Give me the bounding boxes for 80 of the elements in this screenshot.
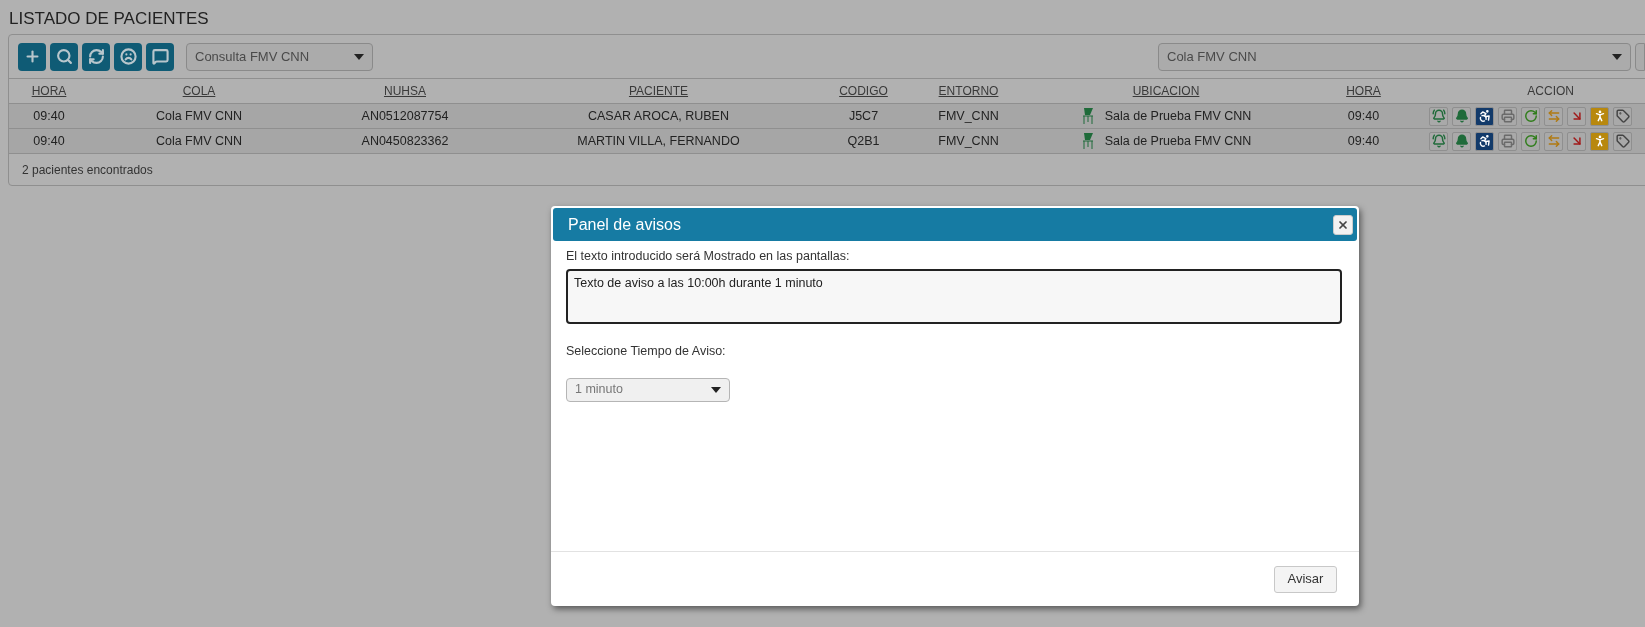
message-textarea[interactable]: Texto de aviso a las 10:00h durante 1 minuto [566,268,1342,324]
chair-icon [1080,107,1095,125]
search-button[interactable] [50,42,78,71]
table-cell-text: J5C7 [848,107,879,125]
printer-icon [1500,134,1515,148]
column-header-link[interactable]: COLA [182,82,216,100]
refresh-button[interactable] [82,42,110,71]
refresh-icon [1523,109,1538,123]
table-cell-text: 09:40 [1347,132,1380,150]
bell-outline-button[interactable] [1429,131,1448,151]
swap-arrows-icon [1546,109,1561,123]
cola-dropdown[interactable]: Cola FMV CNN [1158,42,1631,71]
sad-face-button[interactable] [114,42,142,71]
column-header-link[interactable]: PACIENTE [628,82,689,100]
table-cell-text: Cola FMV CNN [155,107,243,125]
arrow-button[interactable] [1567,131,1586,151]
column-header-link[interactable]: ENTORNO [938,82,999,100]
wheelchair-button[interactable] [1475,106,1494,126]
table-cell-text: AN0450823362 [361,132,449,150]
time-label: Seleccione Tiempo de Aviso: [566,342,726,360]
bell-icon [1454,109,1469,123]
page-title: LISTADO DE PACIENTES [9,8,209,30]
walking-person-button[interactable] [1590,131,1609,151]
wheelchair-button[interactable] [1475,131,1494,151]
tag-icon [1615,109,1630,123]
printer-icon [1500,109,1515,123]
table-cell-text: 09:40 [33,107,65,125]
tag-icon [1615,134,1630,148]
table-row[interactable]: 09:40 Cola FMV CNN AN0512087754 CASAR AROCA, RUBEN J5C7 FMV_CNN Sala de Prueba FMV CNN 09:40 [9,104,1645,129]
time-dropdown[interactable]: 1 minuto [566,377,730,402]
submit-button[interactable]: Avisar [1274,565,1337,593]
refresh-button[interactable] [1521,131,1540,151]
walking-person-button[interactable] [1590,106,1609,126]
consulta-dropdown[interactable]: Consulta FMV CNN [186,42,373,71]
refresh-icon [1523,134,1538,148]
bell-outline-button[interactable] [1429,106,1448,126]
tag-button[interactable] [1613,131,1632,151]
table-cell-text: 09:40 [1347,107,1380,125]
table-cell-text: Sala de Prueba FMV CNN [1104,107,1252,125]
table-row[interactable]: 09:40 Cola FMV CNN AN0450823362 MARTIN VILLA, FERNANDO Q2B1 FMV_CNN Sala de Prueba FMV CNN 09:40 [9,129,1645,154]
bell-outline-icon [1431,109,1446,123]
results-count: 2 pacientes encontrados [22,161,153,179]
message-label: El texto introducido será Mostrado en las pantallas: [566,248,850,265]
dialog-title: Panel de avisos [568,214,681,235]
sad-face-icon [119,48,137,65]
column-header-link[interactable]: UBICACION [1132,82,1200,100]
column-header-link[interactable]: HORA [1346,82,1381,100]
add-button[interactable] [18,42,46,71]
table-cell-text: FMV_CNN [938,132,999,150]
swap-arrows-icon [1546,134,1561,148]
tag-button[interactable] [1613,106,1632,126]
table-cell-text: MARTIN VILLA, FERNANDO [577,132,740,150]
column-header-link[interactable]: CODIGO [839,82,888,100]
column-header-link[interactable]: NUHSA [384,82,426,100]
table-cell-text: CASAR AROCA, RUBEN [588,107,729,125]
caret-icon [1612,53,1622,60]
message-icon [151,48,169,65]
refresh-icon [87,48,105,65]
table-cell-text: FMV_CNN [938,107,999,125]
table-cell-text: Sala de Prueba FMV CNN [1104,132,1252,150]
column-header-link[interactable]: HORA [31,82,67,100]
wheelchair-icon [1477,134,1492,148]
table-cell-text: 09:40 [33,132,65,150]
bell-outline-icon [1431,134,1446,148]
search-icon [55,48,73,65]
bell-icon [1454,134,1469,148]
add-icon [23,48,41,65]
table-cell-text: AN0512087754 [361,107,449,125]
close-icon [1337,218,1349,231]
chair-icon [1080,132,1095,150]
refresh-button[interactable] [1521,106,1540,126]
message-button[interactable] [146,42,174,71]
wheelchair-icon [1477,109,1492,123]
table-cell-text: Cola FMV CNN [155,132,243,150]
close-button[interactable] [1333,214,1353,235]
column-header: ACCION [1527,83,1574,100]
table-cell-text: Q2B1 [847,132,880,150]
arrow-button[interactable] [1567,106,1586,126]
caret-icon [711,386,721,393]
caret-icon [354,53,364,60]
